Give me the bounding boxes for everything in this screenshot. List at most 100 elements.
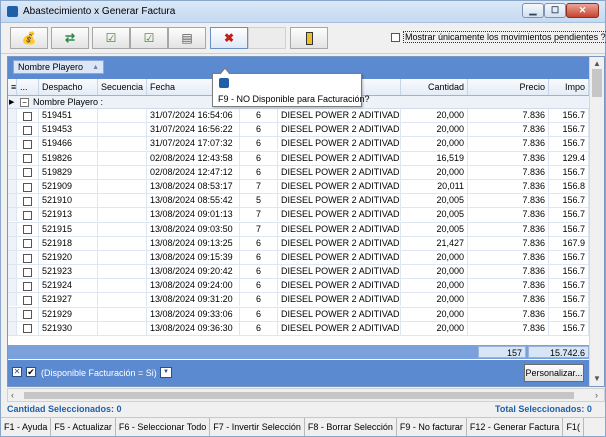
- cell-codigo: 6: [240, 137, 278, 151]
- invert-selection-button[interactable]: ☑: [130, 27, 168, 49]
- checkbox[interactable]: [23, 267, 32, 277]
- fkey-clear-selection[interactable]: F8 - Borrar Selección: [305, 418, 397, 436]
- maximize-button[interactable]: ☐: [544, 3, 566, 18]
- table-row[interactable]: 521927 13/08/2024 09:31:20 6 DIESEL POWER 2…: [8, 293, 589, 308]
- row-select-checkbox[interactable]: [17, 179, 39, 193]
- filter-expression[interactable]: (Disponible Facturación = Si): [41, 368, 157, 378]
- header-secuencia[interactable]: Secuencia: [98, 79, 147, 95]
- filter-dropdown-icon[interactable]: ▼: [160, 367, 172, 378]
- collapse-toggle-icon[interactable]: −: [20, 98, 29, 107]
- selected-total: Total Seleccionados: 0: [495, 404, 592, 414]
- table-row[interactable]: 519451 31/07/2024 16:54:06 6 DIESEL POWER 2…: [8, 109, 589, 124]
- scroll-thumb[interactable]: [592, 69, 602, 97]
- checkbox[interactable]: [23, 196, 32, 206]
- cell-fecha: 13/08/2024 08:53:17: [147, 179, 240, 193]
- checkbox[interactable]: [23, 168, 32, 178]
- header-cantidad[interactable]: Cantidad: [401, 79, 468, 95]
- cell-fecha: 02/08/2024 12:47:12: [147, 165, 240, 179]
- header-importe[interactable]: Impo: [549, 79, 589, 95]
- group-chip-nombre-playero[interactable]: Nombre Playero ▲: [13, 60, 105, 74]
- fkey-no-facturar[interactable]: F9 - No facturar: [397, 418, 467, 436]
- table-row[interactable]: 521924 13/08/2024 09:24:00 6 DIESEL POWER 2…: [8, 279, 589, 294]
- row-select-checkbox[interactable]: [17, 222, 39, 236]
- exit-button[interactable]: [290, 27, 328, 49]
- facturar-button[interactable]: 💰: [10, 27, 48, 49]
- header-select[interactable]: ...: [17, 79, 39, 95]
- row-select-checkbox[interactable]: [17, 194, 39, 208]
- table-row[interactable]: 521930 13/08/2024 09:36:30 6 DIESEL POWER 2…: [8, 321, 589, 336]
- table-row[interactable]: 521923 13/08/2024 09:20:42 6 DIESEL POWER 2…: [8, 265, 589, 280]
- table-row[interactable]: 519453 31/07/2024 16:56:22 6 DIESEL POWER 2…: [8, 123, 589, 138]
- table-row[interactable]: 521909 13/08/2024 08:53:17 7 DIESEL POWER 2…: [8, 179, 589, 195]
- refresh-button[interactable]: ⇄: [51, 27, 89, 49]
- checkbox[interactable]: [23, 225, 32, 235]
- checkbox[interactable]: [23, 210, 32, 220]
- table-row[interactable]: 521915 13/08/2024 09:03:50 7 DIESEL POWER 2…: [8, 222, 589, 237]
- checkbox[interactable]: [23, 111, 32, 121]
- table-row[interactable]: 521913 13/08/2024 09:01:13 7 DIESEL POWER 2…: [8, 208, 589, 223]
- table-row[interactable]: 519829 02/08/2024 12:47:12 6 DIESEL POWER 2…: [8, 165, 589, 180]
- window-title: Abastecimiento x Generar Factura: [23, 6, 176, 17]
- table-row[interactable]: 521920 13/08/2024 09:15:39 6 DIESEL POWER 2…: [8, 250, 589, 266]
- checkbox[interactable]: [23, 182, 32, 192]
- fkey-truncated[interactable]: F1(: [563, 418, 584, 436]
- table-row[interactable]: 521929 13/08/2024 09:33:06 6 DIESEL POWER 2…: [8, 307, 589, 322]
- row-select-checkbox[interactable]: [17, 321, 39, 335]
- close-button[interactable]: ✕: [566, 3, 599, 18]
- header-precio[interactable]: Precio: [468, 79, 549, 95]
- scroll-left-icon[interactable]: ‹: [11, 390, 14, 400]
- filter-enabled-checkbox[interactable]: ✔: [26, 367, 36, 377]
- row-select-checkbox[interactable]: [17, 109, 39, 122]
- fkey-select-all[interactable]: F6 - Seleccionar Todo: [116, 418, 211, 436]
- checkbox[interactable]: [23, 154, 32, 164]
- not-available-button[interactable]: ✖: [210, 27, 248, 49]
- header-despacho[interactable]: Despacho: [39, 79, 98, 95]
- checkbox[interactable]: [23, 296, 32, 306]
- row-select-checkbox[interactable]: [17, 279, 39, 293]
- scroll-down-icon[interactable]: ▼: [593, 374, 601, 383]
- table-row[interactable]: 521918 13/08/2024 09:13:25 6 DIESEL POWER 2…: [8, 236, 589, 251]
- horizontal-scrollbar[interactable]: ‹ ›: [7, 388, 605, 402]
- scroll-right-icon[interactable]: ›: [595, 390, 598, 400]
- checkbox[interactable]: [23, 310, 32, 320]
- checkbox[interactable]: [23, 253, 32, 263]
- checkbox[interactable]: [23, 324, 32, 334]
- row-select-checkbox[interactable]: [17, 307, 39, 321]
- row-select-checkbox[interactable]: [17, 165, 39, 179]
- horizontal-scroll-thumb[interactable]: [24, 392, 574, 399]
- row-select-checkbox[interactable]: [17, 137, 39, 151]
- cell-secuencia: [98, 321, 147, 335]
- fkey-generate-invoice[interactable]: F12 - Generar Factura: [467, 418, 564, 436]
- money-bag-icon: 💰: [21, 31, 37, 45]
- row-select-checkbox[interactable]: [17, 250, 39, 264]
- fkey-help[interactable]: F1 - Ayuda: [1, 418, 52, 436]
- checkbox[interactable]: [23, 239, 32, 249]
- row-select-checkbox[interactable]: [17, 293, 39, 307]
- row-select-checkbox[interactable]: [17, 236, 39, 250]
- row-indicator: [8, 123, 17, 137]
- cell-precio: 7.836: [468, 293, 549, 307]
- row-select-checkbox[interactable]: [17, 151, 39, 165]
- clear-selection-button[interactable]: ▤: [168, 27, 206, 49]
- table-row[interactable]: 521910 13/08/2024 08:55:42 5 DIESEL POWER 2…: [8, 194, 589, 209]
- row-select-checkbox[interactable]: [17, 265, 39, 279]
- customize-button[interactable]: Personalizar...: [524, 364, 584, 382]
- cell-fecha: 02/08/2024 12:43:58: [147, 151, 240, 165]
- fkey-invert-selection[interactable]: F7 - Invertir Selección: [210, 418, 305, 436]
- table-row[interactable]: 519826 02/08/2024 12:43:58 6 DIESEL POWER 2…: [8, 151, 589, 166]
- fkey-refresh[interactable]: F5 - Actualizar: [51, 418, 116, 436]
- minimize-button[interactable]: ▁: [522, 3, 544, 18]
- row-select-checkbox[interactable]: [17, 208, 39, 222]
- table-row[interactable]: 519466 31/07/2024 17:07:32 6 DIESEL POWER 2…: [8, 137, 589, 152]
- clear-filter-icon[interactable]: ✕: [12, 367, 22, 377]
- vertical-scrollbar[interactable]: ▲ ▼: [589, 57, 604, 386]
- pending-only-checkbox[interactable]: [391, 33, 400, 43]
- checkbox[interactable]: [23, 140, 32, 149]
- row-select-checkbox[interactable]: [17, 123, 39, 137]
- select-all-button[interactable]: ☑: [92, 27, 130, 49]
- checkbox[interactable]: [23, 281, 32, 291]
- cell-importe: 156.7: [549, 279, 589, 293]
- checkbox[interactable]: [23, 125, 32, 135]
- scroll-up-icon[interactable]: ▲: [593, 59, 601, 68]
- pending-only-option[interactable]: Mostrar únicamente los movimientos pendi…: [391, 31, 606, 43]
